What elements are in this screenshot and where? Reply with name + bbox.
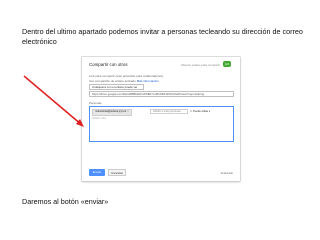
arrow-shaft <box>23 75 83 126</box>
outro-text: Daremos al botón «enviar» <box>22 197 109 206</box>
